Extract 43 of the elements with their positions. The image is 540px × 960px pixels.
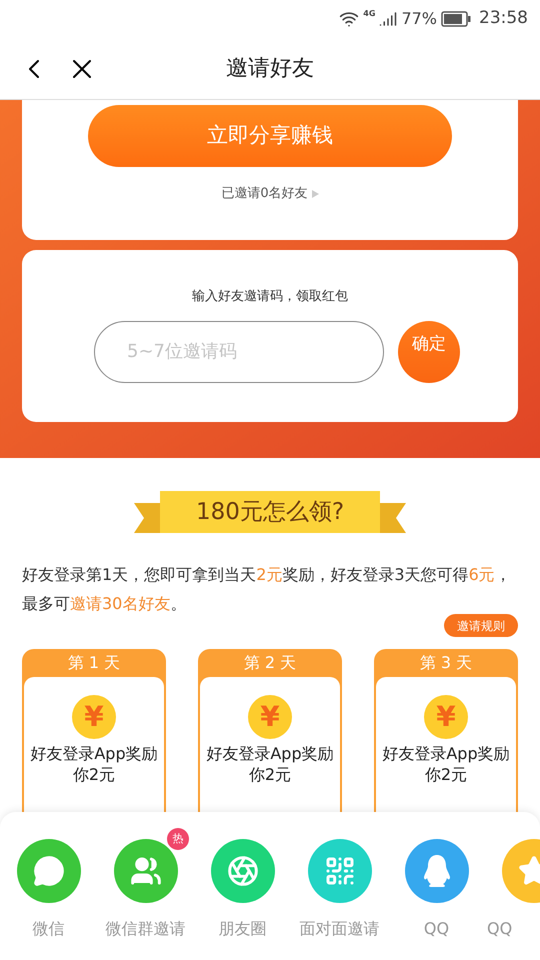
battery-percent: 77% bbox=[401, 8, 437, 30]
battery-icon bbox=[441, 11, 471, 27]
share-target-label: 朋友圈 bbox=[218, 918, 266, 940]
share-target-label: 面对面邀请 bbox=[300, 918, 380, 940]
chat-bubble-icon bbox=[32, 855, 64, 887]
network-type: 4G bbox=[363, 8, 376, 20]
day-reward-text: 好友登录App奖励你2元 bbox=[381, 743, 511, 785]
confirm-button[interactable]: 确定 bbox=[398, 320, 460, 382]
yen-coin: ¥ bbox=[72, 695, 116, 739]
share-target-button[interactable]: 朋友圈 bbox=[194, 827, 291, 960]
share-target-button[interactable]: 热 微信群邀请 bbox=[97, 827, 194, 960]
share-target-label: 微信 bbox=[32, 918, 64, 940]
signal-icon bbox=[379, 10, 398, 28]
share-target-label: QQ bbox=[486, 918, 512, 940]
share-target-button[interactable]: QQ bbox=[485, 827, 540, 960]
reward-description: 好友登录第1天，您即可拿到当天2元奖励，好友登录3天您可得6元，最多可邀请30名好友。 bbox=[22, 564, 512, 615]
yen-coin: ¥ bbox=[248, 695, 292, 739]
clock-time: 23:58 bbox=[479, 7, 528, 30]
aperture-icon bbox=[226, 855, 258, 887]
share-target-button[interactable]: 面对面邀请 bbox=[291, 827, 388, 960]
page-title: 邀请好友 bbox=[226, 55, 314, 83]
day-header: 第 2 天 bbox=[242, 652, 298, 674]
penguin-icon bbox=[422, 854, 452, 888]
rules-button[interactable]: 邀请规则 bbox=[444, 614, 518, 637]
play-arrow-icon bbox=[312, 190, 319, 198]
share-target-button[interactable]: 微信 bbox=[0, 827, 97, 960]
invited-count-link[interactable]: 已邀请0名好友 bbox=[221, 184, 308, 204]
day-header: 第 3 天 bbox=[418, 652, 474, 674]
people-icon bbox=[130, 855, 162, 887]
day-header: 第 1 天 bbox=[66, 652, 122, 674]
share-button[interactable]: 立即分享赚钱 bbox=[88, 105, 452, 167]
invite-code-field[interactable]: 5~7位邀请码 bbox=[94, 320, 384, 382]
share-target-button[interactable]: QQ bbox=[388, 827, 485, 960]
qr-code-icon bbox=[324, 855, 356, 887]
star-icon bbox=[518, 855, 540, 887]
hot-badge: 热 bbox=[167, 828, 189, 850]
yen-coin: ¥ bbox=[424, 695, 468, 739]
day-reward-text: 好友登录App奖励你2元 bbox=[205, 743, 335, 785]
day-reward-text: 好友登录App奖励你2元 bbox=[29, 743, 159, 785]
banner-title: 180元怎么领? bbox=[196, 498, 344, 527]
share-target-label: 微信群邀请 bbox=[106, 918, 186, 940]
invite-code-prompt: 输入好友邀请码，领取红包 bbox=[192, 288, 348, 306]
share-target-label: QQ bbox=[424, 918, 450, 940]
